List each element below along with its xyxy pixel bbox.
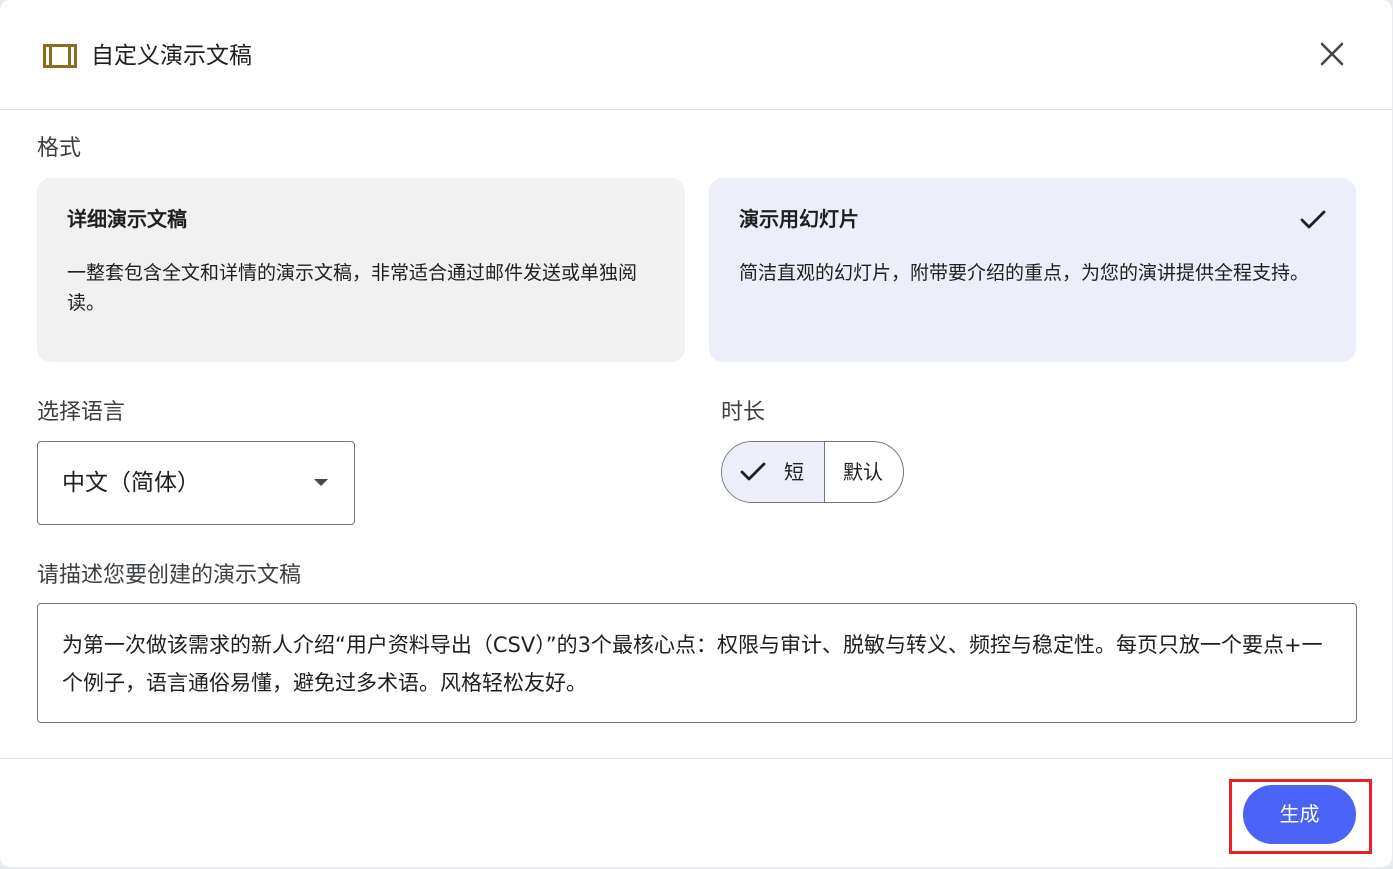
footer-divider <box>0 758 1392 759</box>
presentation-icon <box>43 44 77 68</box>
prompt-label: 请描述您要创建的演示文稿 <box>37 563 302 588</box>
format-option-detailed[interactable]: 详细演示文稿 一整套包含全文和详情的演示文稿，非常适合通过邮件发送或单独阅读。 <box>37 178 685 362</box>
format-option-description: 一整套包含全文和详情的演示文稿，非常适合通过邮件发送或单独阅读。 <box>67 262 638 314</box>
language-select[interactable]: 中文（简体） <box>37 441 355 525</box>
language-label: 选择语言 <box>37 400 126 425</box>
format-option-title: 演示用幻灯片 <box>739 207 859 231</box>
checkmark-icon <box>738 457 768 487</box>
close-icon <box>1320 42 1344 70</box>
duration-option-short[interactable]: 短 <box>722 442 825 502</box>
duration-toggle-group: 短 默认 <box>721 441 904 503</box>
duration-option-label: 默认 <box>843 460 883 484</box>
duration-option-default[interactable]: 默认 <box>825 442 903 502</box>
duration-label: 时长 <box>721 400 766 425</box>
dropdown-arrow-icon <box>314 479 328 486</box>
checkmark-icon <box>1298 205 1328 235</box>
close-button[interactable] <box>1314 38 1350 74</box>
format-option-description: 简洁直观的幻灯片，附带要介绍的重点，为您的演讲提供全程支持。 <box>739 262 1310 284</box>
dialog-title: 自定义演示文稿 <box>91 43 252 69</box>
format-option-title: 详细演示文稿 <box>67 207 187 231</box>
prompt-textarea[interactable]: 为第一次做该需求的新人介绍“用户资料导出（CSV）”的3个最核心点：权限与审计、… <box>37 603 1357 723</box>
duration-option-label: 短 <box>784 460 804 484</box>
language-selected-value: 中文（简体） <box>62 470 200 496</box>
customize-presentation-dialog: 自定义演示文稿 格式 详细演示文稿 一整套包含全文和详情的演示文稿，非常适合通过… <box>0 0 1392 867</box>
generate-button[interactable]: 生成 <box>1243 785 1356 844</box>
prompt-text-value: 为第一次做该需求的新人介绍“用户资料导出（CSV）”的3个最核心点：权限与审计、… <box>62 633 1323 695</box>
format-label: 格式 <box>37 136 82 161</box>
dialog-header: 自定义演示文稿 <box>0 0 1392 110</box>
format-option-slides[interactable]: 演示用幻灯片 简洁直观的幻灯片，附带要介绍的重点，为您的演讲提供全程支持。 <box>709 178 1356 362</box>
